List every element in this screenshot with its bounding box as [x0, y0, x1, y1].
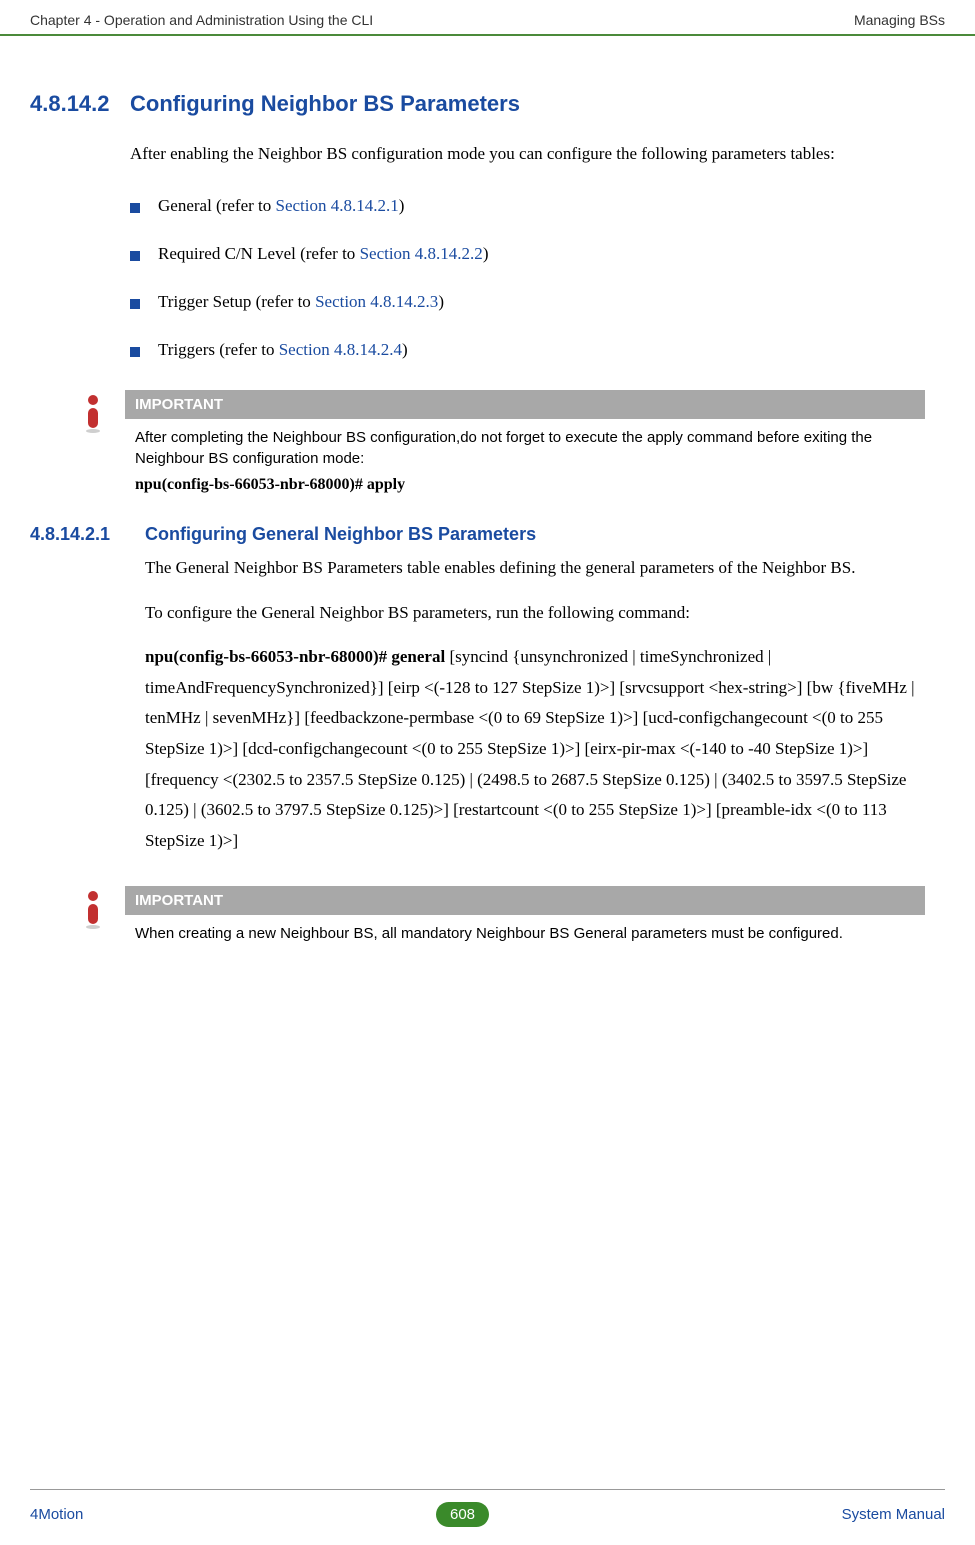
important-content: IMPORTANT When creating a new Neighbour … [125, 886, 925, 949]
subsection-body: The General Neighbor BS Parameters table… [145, 553, 925, 628]
command-block: npu(config-bs-66053-nbr-68000)# general … [145, 642, 925, 856]
bullet-icon [130, 203, 140, 213]
list-text: Required C/N Level (refer to Section 4.8… [158, 244, 488, 264]
important-label: IMPORTANT [125, 886, 925, 915]
important-body: After completing the Neighbour BS config… [125, 419, 925, 474]
header-left: Chapter 4 - Operation and Administration… [30, 12, 373, 28]
page-content: 4.8.14.2 Configuring Neighbor BS Paramet… [0, 91, 975, 949]
important-icon [60, 886, 125, 930]
page-footer: 4Motion 608 System Manual [0, 1502, 975, 1527]
section-link[interactable]: Section 4.8.14.2.2 [360, 244, 483, 263]
section-number: 4.8.14.2 [30, 91, 130, 117]
section-link[interactable]: Section 4.8.14.2.3 [315, 292, 438, 311]
section-title: Configuring Neighbor BS Parameters [130, 91, 520, 117]
list-item: Trigger Setup (refer to Section 4.8.14.2… [130, 292, 925, 312]
bullet-icon [130, 251, 140, 261]
footer-divider [30, 1489, 945, 1490]
bullet-list: General (refer to Section 4.8.14.2.1) Re… [130, 196, 925, 360]
command-bold: npu(config-bs-66053-nbr-68000)# general [145, 647, 445, 666]
paragraph: To configure the General Neighbor BS par… [145, 598, 925, 629]
section-intro: After enabling the Neighbor BS configura… [130, 137, 925, 171]
section-link[interactable]: Section 4.8.14.2.4 [279, 340, 402, 359]
bullet-icon [130, 299, 140, 309]
important-icon [60, 390, 125, 434]
paragraph: The General Neighbor BS Parameters table… [145, 553, 925, 584]
important-content: IMPORTANT After completing the Neighbour… [125, 390, 925, 499]
footer-left: 4Motion [30, 1506, 83, 1523]
list-item: Required C/N Level (refer to Section 4.8… [130, 244, 925, 264]
bullet-icon [130, 347, 140, 357]
page-header: Chapter 4 - Operation and Administration… [0, 0, 975, 36]
important-callout: IMPORTANT When creating a new Neighbour … [60, 886, 925, 949]
page-number: 608 [436, 1502, 489, 1527]
header-right: Managing BSs [854, 12, 945, 28]
subsection-title: Configuring General Neighbor BS Paramete… [145, 524, 536, 545]
footer-right: System Manual [842, 1506, 945, 1523]
list-text: Trigger Setup (refer to Section 4.8.14.2… [158, 292, 444, 312]
list-item: General (refer to Section 4.8.14.2.1) [130, 196, 925, 216]
important-callout: IMPORTANT After completing the Neighbour… [60, 390, 925, 499]
section-heading: 4.8.14.2 Configuring Neighbor BS Paramet… [30, 91, 925, 117]
important-label: IMPORTANT [125, 390, 925, 419]
subsection-heading: 4.8.14.2.1 Configuring General Neighbor … [30, 524, 925, 545]
section-link[interactable]: Section 4.8.14.2.1 [276, 196, 399, 215]
important-body: When creating a new Neighbour BS, all ma… [125, 915, 925, 949]
list-text: Triggers (refer to Section 4.8.14.2.4) [158, 340, 408, 360]
subsection-number: 4.8.14.2.1 [30, 524, 145, 545]
list-item: Triggers (refer to Section 4.8.14.2.4) [130, 340, 925, 360]
command-args: [syncind {unsynchronized | timeSynchroni… [145, 647, 915, 850]
important-command: npu(config-bs-66053-nbr-68000)# apply [125, 474, 925, 499]
list-text: General (refer to Section 4.8.14.2.1) [158, 196, 404, 216]
